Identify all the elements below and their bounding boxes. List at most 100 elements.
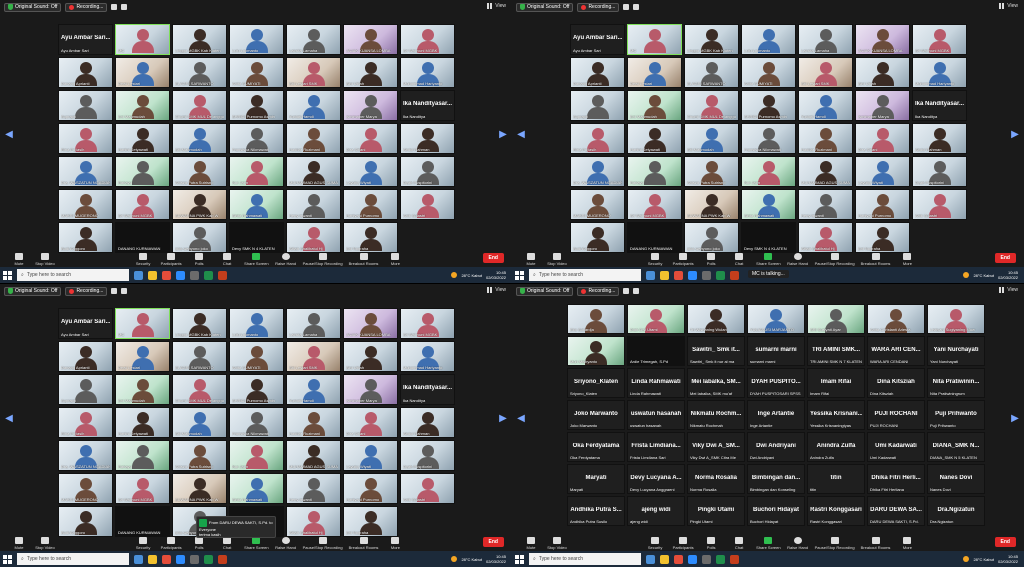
participant-tile[interactable]: Fransisca Nikmawati [229, 123, 284, 154]
participant-tile[interactable]: JAJAK KUANSA LOMBA [343, 24, 398, 55]
chat-button[interactable]: Chat [728, 253, 750, 266]
participant-tile[interactable]: Hartiyani Purnomo [343, 473, 398, 504]
participant-tile[interactable]: Sri Wahyuni MGBK [400, 308, 455, 339]
participant-tile[interactable]: MC [115, 308, 170, 339]
participants-button[interactable]: Participants [672, 537, 694, 550]
participant-tile[interactable]: Sri Wahyuni MGBK [115, 189, 170, 220]
windows-start-icon[interactable] [3, 554, 12, 564]
participant-tile[interactable]: Chumi SMK MUL Delanggu [172, 374, 227, 405]
stop-recording-icon[interactable] [633, 4, 640, 10]
breakout-button[interactable]: Breakout Rooms [861, 537, 890, 550]
file-explorer-icon[interactable] [660, 270, 669, 280]
previous-page-arrow-icon[interactable]: ◀ [4, 412, 14, 426]
participant-tile[interactable]: Ayu Ambar Sari... Ayu Ambar Sari [570, 24, 625, 55]
participant-tile[interactable]: Dra.Ngizatun Dra.Ngizatun [927, 496, 985, 526]
settings-icon[interactable] [190, 554, 199, 564]
next-page-arrow-icon[interactable]: ▶ [1010, 412, 1020, 426]
participant-tile[interactable]: Dhika Fitri Herli... Dhika Fitri Herliana [867, 464, 925, 494]
participants-button[interactable]: Participants [160, 253, 182, 266]
participant-tile[interactable]: MUHAMMAD AGUS SUMAIR [286, 440, 341, 471]
participant-tile[interactable]: Budi Anggoro [58, 222, 113, 253]
participant-tile[interactable]: Sawitri_ Smk it... Sawitri_ Smk it nur al… [687, 336, 745, 366]
polls-button[interactable]: Polls [700, 253, 722, 266]
participant-tile[interactable]: JAJAK KUANSA LOMBA [855, 24, 910, 55]
participant-tile[interactable]: Dira Sitiani [855, 123, 910, 154]
participant-tile[interactable]: Hartini Setyawati [115, 123, 170, 154]
participant-tile[interactable]: WARA ARI CEN... WARA ARI CENDANI [867, 336, 925, 366]
stop-recording-icon[interactable] [633, 288, 640, 294]
participant-tile[interactable]: MUHAMMAD AGUS SUMAIR [798, 156, 853, 187]
participant-tile[interactable]: Haddar Ruzimani [286, 407, 341, 438]
participant-tile[interactable]: Siti Mahmudah [172, 123, 227, 154]
participant-tile[interactable]: Dira Sitiani [343, 123, 398, 154]
participant-tile[interactable]: Dyah Puspitorini [400, 440, 455, 471]
pause-recording-icon[interactable] [111, 288, 118, 294]
participant-tile[interactable]: Abdul Rahman [400, 123, 455, 154]
zoom-icon[interactable] [688, 554, 697, 564]
participant-tile[interactable]: Bimbingan dan... Bimbingan dan Konseling [747, 464, 805, 494]
participant-tile[interactable]: Lulu Lukmanto [229, 308, 284, 339]
security-chip[interactable]: Original Sound: Off [516, 286, 574, 296]
participant-tile[interactable]: Lingga MGBK Kab Klaten [684, 24, 739, 55]
zoom-icon[interactable] [688, 270, 697, 280]
participant-tile[interactable]: Dyah Puspitorini [400, 156, 455, 187]
chat-notification-toast[interactable]: From DARU DEWA SAKTI, S.Pd. to Everyone t… [196, 516, 276, 538]
participant-tile[interactable]: sumarni marni sumarni marni [747, 336, 805, 366]
participant-tile[interactable]: Anik Sulastri [400, 189, 455, 220]
polls-button[interactable]: Polls [188, 537, 210, 550]
participant-tile[interactable]: Ayu Ambar Sari... Ayu Ambar Sari [58, 24, 113, 55]
powerpoint-icon[interactable] [730, 554, 739, 564]
task-view-icon[interactable] [646, 270, 655, 280]
participant-tile[interactable]: TRI AMINI SMK... TRI AMINI SMK N 7 KLATEN [807, 336, 865, 366]
participant-tile[interactable]: Danang Aprianti [58, 57, 113, 88]
participant-tile[interactable]: MUHAMMAD AGUS SUMAIR [286, 156, 341, 187]
pause-button[interactable]: Pause/Stop Recording [303, 253, 343, 266]
participant-tile[interactable]: Laksita Lamaha [286, 24, 341, 55]
video-button[interactable]: Stop Video [34, 253, 56, 266]
more-button[interactable]: More [384, 253, 406, 266]
participant-tile[interactable]: Yani Nurchayati Yani Nurchayati [927, 336, 985, 366]
participant-tile[interactable]: DIANA_SMK N... DIANA_SMK N 5 KLATEN [927, 432, 985, 462]
participant-tile[interactable]: Anita SUMIYATI [229, 57, 284, 88]
participant-tile[interactable]: Nur Jaim [229, 440, 284, 471]
polls-button[interactable]: Polls [700, 537, 722, 550]
participant-tile[interactable]: MC [115, 24, 170, 55]
share-button[interactable]: Share Screen [756, 253, 781, 266]
powerpoint-icon[interactable] [730, 270, 739, 280]
mute-button[interactable]: Mute [8, 537, 30, 550]
participant-tile[interactable]: Nur Jaim [229, 156, 284, 187]
participants-button[interactable]: Participants [160, 537, 182, 550]
participant-tile[interactable]: Abdul Rahman [400, 407, 455, 438]
participant-tile[interactable]: Muhammad Hariyanto [400, 57, 455, 88]
breakout-button[interactable]: Breakout Rooms [349, 253, 378, 266]
excel-icon[interactable] [716, 554, 725, 564]
participant-tile[interactable]: Muh Misbyanto [567, 336, 625, 366]
participant-tile[interactable]: Bini Ulfiah [855, 57, 910, 88]
participant-tile[interactable]: Nanes Dovi Nanes Dovi [927, 464, 985, 494]
security-chip[interactable]: Original Sound: Off [4, 286, 62, 296]
participant-tile[interactable]: Anisza Putra Sutrisno [172, 156, 227, 187]
chat-button[interactable]: Chat [216, 537, 238, 550]
polls-button[interactable]: Polls [188, 253, 210, 266]
zoom-icon[interactable] [176, 270, 185, 280]
participant-tile[interactable]: JAJAK KUANSA LOMBA [343, 308, 398, 339]
participant-tile[interactable]: Dewi Lestari [115, 57, 170, 88]
participant-tile[interactable]: Fransisca Nikmawati [229, 407, 284, 438]
settings-icon[interactable] [190, 270, 199, 280]
settings-icon[interactable] [702, 270, 711, 280]
participant-tile[interactable]: Anita SUMIYATI [229, 341, 284, 372]
mute-button[interactable]: Mute [520, 537, 542, 550]
participant-tile[interactable]: Devy Lucyana A... Devy Lucyana Anggraeni [627, 464, 685, 494]
participant-tile[interactable]: Suprapti [58, 374, 113, 405]
file-explorer-icon[interactable] [660, 554, 669, 564]
participant-tile[interactable]: Sri Wahyuni MGBK [912, 24, 967, 55]
participant-tile[interactable]: Ika Nandityasar... Ika Nanditya [912, 90, 967, 121]
participant-tile[interactable]: Ayu Ambar Sari... Ayu Ambar Sari [58, 308, 113, 339]
participant-tile[interactable]: Eni Mahmudah [627, 90, 682, 121]
breakout-button[interactable]: Breakout Rooms [861, 253, 890, 266]
participant-tile[interactable]: Joko Marwanto Joko Marwanto [567, 400, 625, 430]
excel-icon[interactable] [204, 554, 213, 564]
security-button[interactable]: Security [132, 537, 154, 550]
participant-tile[interactable]: titin titin [807, 464, 865, 494]
end-meeting-button[interactable]: End [994, 537, 1016, 547]
